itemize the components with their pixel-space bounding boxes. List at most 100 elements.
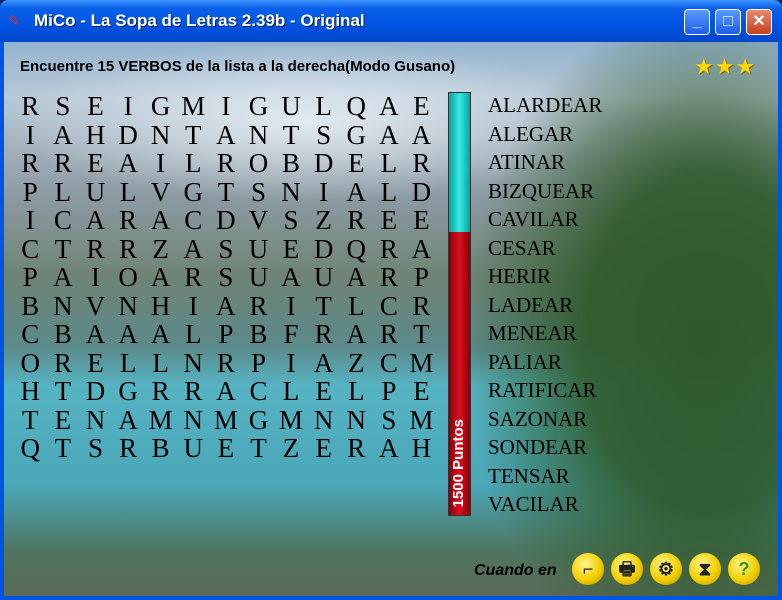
grid-cell[interactable]: A [79, 320, 112, 349]
grid-cell[interactable]: M [177, 92, 210, 121]
grid-cell[interactable]: A [340, 320, 373, 349]
grid-cell[interactable]: S [47, 92, 80, 121]
grid-cell[interactable]: H [14, 377, 47, 406]
grid-cell[interactable]: S [79, 434, 112, 463]
grid-cell[interactable]: A [405, 121, 438, 150]
grid-cell[interactable]: T [177, 121, 210, 150]
grid-cell[interactable]: D [405, 178, 438, 207]
grid-cell[interactable]: R [177, 263, 210, 292]
grid-cell[interactable]: B [242, 320, 275, 349]
grid-cell[interactable]: U [79, 178, 112, 207]
grid-cell[interactable]: A [144, 320, 177, 349]
grid-cell[interactable]: L [307, 92, 340, 121]
grid-cell[interactable]: A [112, 406, 145, 435]
grid-cell[interactable]: A [112, 149, 145, 178]
grid-cell[interactable]: A [144, 206, 177, 235]
grid-cell[interactable]: R [14, 92, 47, 121]
grid-cell[interactable]: R [144, 377, 177, 406]
grid-cell[interactable]: L [275, 377, 308, 406]
grid-cell[interactable]: N [177, 406, 210, 435]
grid-cell[interactable]: B [144, 434, 177, 463]
grid-cell[interactable]: L [144, 349, 177, 378]
grid-cell[interactable]: L [177, 149, 210, 178]
grid-cell[interactable]: P [210, 320, 243, 349]
grid-cell[interactable]: E [79, 92, 112, 121]
grid-cell[interactable]: R [47, 349, 80, 378]
grid-cell[interactable]: O [112, 263, 145, 292]
grid-cell[interactable]: S [275, 206, 308, 235]
grid-cell[interactable]: N [340, 406, 373, 435]
grid-cell[interactable]: R [373, 320, 406, 349]
grid-cell[interactable]: R [373, 235, 406, 264]
grid-cell[interactable]: I [14, 121, 47, 150]
grid-cell[interactable]: A [307, 349, 340, 378]
grid-cell[interactable]: T [47, 377, 80, 406]
grid-cell[interactable]: C [47, 206, 80, 235]
grid-cell[interactable]: R [340, 434, 373, 463]
grid-cell[interactable]: G [112, 377, 145, 406]
grid-cell[interactable]: L [373, 149, 406, 178]
grid-cell[interactable]: P [373, 377, 406, 406]
grid-cell[interactable]: N [47, 292, 80, 321]
grid-cell[interactable]: O [14, 349, 47, 378]
grid-cell[interactable]: E [405, 206, 438, 235]
help-button[interactable]: ? [728, 553, 760, 585]
grid-cell[interactable]: E [79, 349, 112, 378]
grid-cell[interactable]: B [14, 292, 47, 321]
grid-cell[interactable]: Z [144, 235, 177, 264]
grid-cell[interactable]: O [242, 149, 275, 178]
grid-cell[interactable]: L [47, 178, 80, 207]
printer-button[interactable]: 🖶 [611, 553, 643, 585]
grid-cell[interactable]: Q [340, 235, 373, 264]
grid-cell[interactable]: R [242, 292, 275, 321]
grid-cell[interactable]: M [405, 406, 438, 435]
grid-cell[interactable]: L [177, 320, 210, 349]
grid-cell[interactable]: N [275, 178, 308, 207]
grid-cell[interactable]: M [144, 406, 177, 435]
grid-cell[interactable]: R [112, 206, 145, 235]
grid-cell[interactable]: H [79, 121, 112, 150]
grid-cell[interactable]: D [210, 206, 243, 235]
grid-cell[interactable]: M [405, 349, 438, 378]
grid-cell[interactable]: Q [14, 434, 47, 463]
grid-cell[interactable]: P [14, 178, 47, 207]
grid-cell[interactable]: N [112, 292, 145, 321]
grid-cell[interactable]: C [14, 235, 47, 264]
grid-cell[interactable]: A [210, 121, 243, 150]
grid-cell[interactable]: C [242, 377, 275, 406]
grid-cell[interactable]: I [307, 178, 340, 207]
grid-cell[interactable]: R [405, 292, 438, 321]
grid-cell[interactable]: N [177, 349, 210, 378]
grid-cell[interactable]: E [79, 149, 112, 178]
grid-cell[interactable]: U [242, 263, 275, 292]
grid-cell[interactable]: A [79, 206, 112, 235]
grid-cell[interactable]: R [405, 149, 438, 178]
grid-cell[interactable]: T [210, 178, 243, 207]
grid-cell[interactable]: E [307, 377, 340, 406]
grid-cell[interactable]: P [242, 349, 275, 378]
grid-cell[interactable]: E [47, 406, 80, 435]
grid-cell[interactable]: Z [307, 206, 340, 235]
grid-cell[interactable]: B [47, 320, 80, 349]
grid-cell[interactable]: S [210, 235, 243, 264]
grid-cell[interactable]: H [405, 434, 438, 463]
grid-cell[interactable]: G [242, 406, 275, 435]
grid-cell[interactable]: S [210, 263, 243, 292]
grid-cell[interactable]: R [340, 206, 373, 235]
grid-cell[interactable]: E [340, 149, 373, 178]
grid-cell[interactable]: A [47, 263, 80, 292]
grid-cell[interactable]: L [373, 178, 406, 207]
grid-cell[interactable]: D [307, 235, 340, 264]
maximize-button[interactable]: □ [715, 9, 741, 35]
grid-cell[interactable]: E [373, 206, 406, 235]
grid-cell[interactable]: T [47, 235, 80, 264]
grid-cell[interactable]: H [144, 292, 177, 321]
grid-cell[interactable]: N [242, 121, 275, 150]
golf-club-button[interactable]: ⌐ [572, 553, 604, 585]
grid-cell[interactable]: L [340, 292, 373, 321]
grid-cell[interactable]: E [307, 434, 340, 463]
grid-cell[interactable]: S [307, 121, 340, 150]
grid-cell[interactable]: E [275, 235, 308, 264]
grid-cell[interactable]: R [79, 235, 112, 264]
grid-cell[interactable]: G [177, 178, 210, 207]
